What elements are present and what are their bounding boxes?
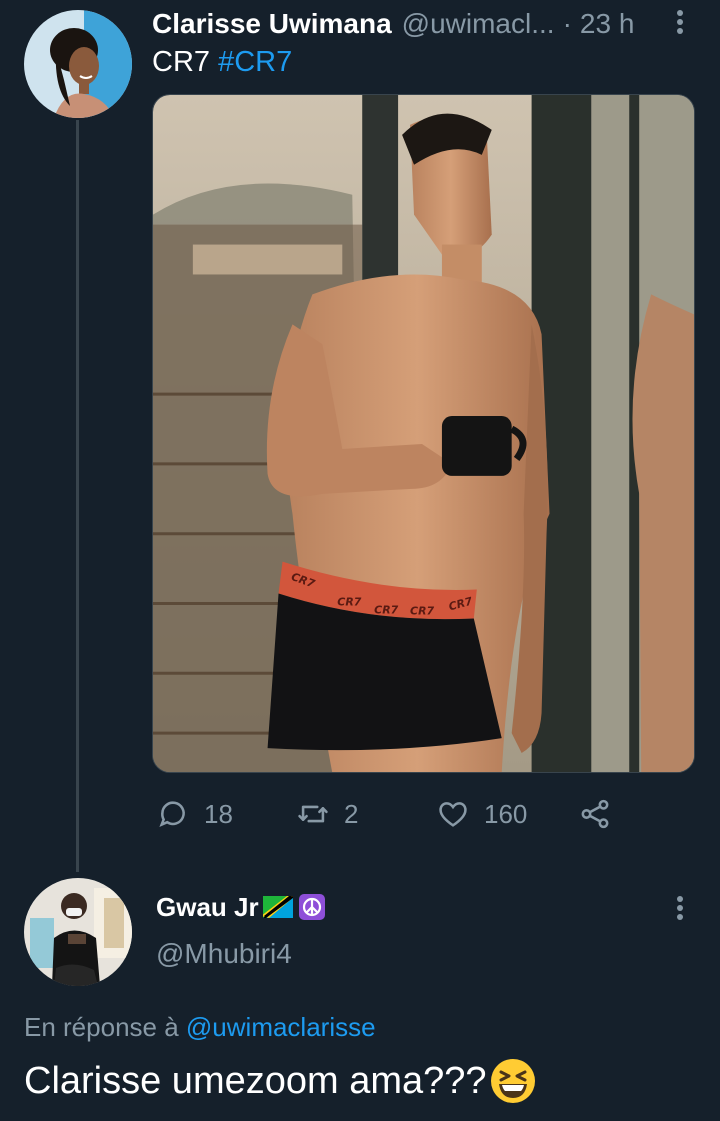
reply-context: En réponse à @uwimaclarisse — [24, 1012, 376, 1043]
waistband-label: CR7 — [410, 604, 434, 617]
like-count: 160 — [484, 798, 528, 829]
share-action[interactable] — [578, 792, 612, 836]
waistband-label: CR7 — [374, 603, 398, 616]
tanzania-flag-icon — [262, 896, 293, 918]
separator-dot: · — [562, 8, 572, 39]
mention-link[interactable]: @uwimaclarisse — [186, 1012, 376, 1042]
heart-icon — [439, 802, 467, 827]
comment-icon — [159, 801, 185, 828]
tweet-header: Clarisse Uwimana @uwimacl... · 23 h — [152, 4, 672, 44]
waistband-label: CR7 — [337, 595, 361, 608]
retweet-icon — [298, 805, 328, 823]
reply-text-body: Clarisse umezoom ama??? — [24, 1060, 487, 1102]
share-icon — [581, 799, 609, 829]
retweet-count: 2 — [344, 798, 359, 829]
like-action[interactable]: 160 — [436, 792, 527, 836]
reply-author-row: Gwau Jr — [156, 890, 327, 924]
peace-symbol-icon — [298, 894, 325, 920]
author-handle[interactable]: @uwimacl... — [402, 8, 555, 40]
more-vertical-icon[interactable] — [670, 6, 690, 38]
tweet-text-body: CR7 — [152, 46, 211, 78]
reply-text: Clarisse umezoom ama??? — [24, 1056, 537, 1106]
retweet-action[interactable]: 2 — [296, 792, 358, 836]
avatar[interactable] — [24, 878, 132, 986]
tweet-text: CR7 #CR7 — [152, 44, 292, 80]
avatar[interactable] — [24, 10, 132, 118]
tweet-media-image[interactable]: CR7 CR7 CR7 CR7 CR7 — [152, 94, 695, 773]
author-name[interactable]: Gwau Jr — [156, 892, 259, 923]
author-handle[interactable]: @Mhubiri4 — [156, 938, 292, 970]
thread-connector-line — [76, 120, 79, 872]
timestamp[interactable]: 23 h — [580, 8, 635, 40]
reply-count: 18 — [204, 798, 233, 829]
author-name[interactable]: Clarisse Uwimana — [152, 8, 392, 40]
grinning-squinting-face-icon — [490, 1059, 535, 1103]
hashtag-link[interactable]: #CR7 — [218, 46, 292, 78]
more-vertical-icon[interactable] — [670, 892, 690, 924]
reply-action[interactable]: 18 — [156, 792, 233, 836]
reply-to-prefix: En réponse à — [24, 1012, 179, 1042]
